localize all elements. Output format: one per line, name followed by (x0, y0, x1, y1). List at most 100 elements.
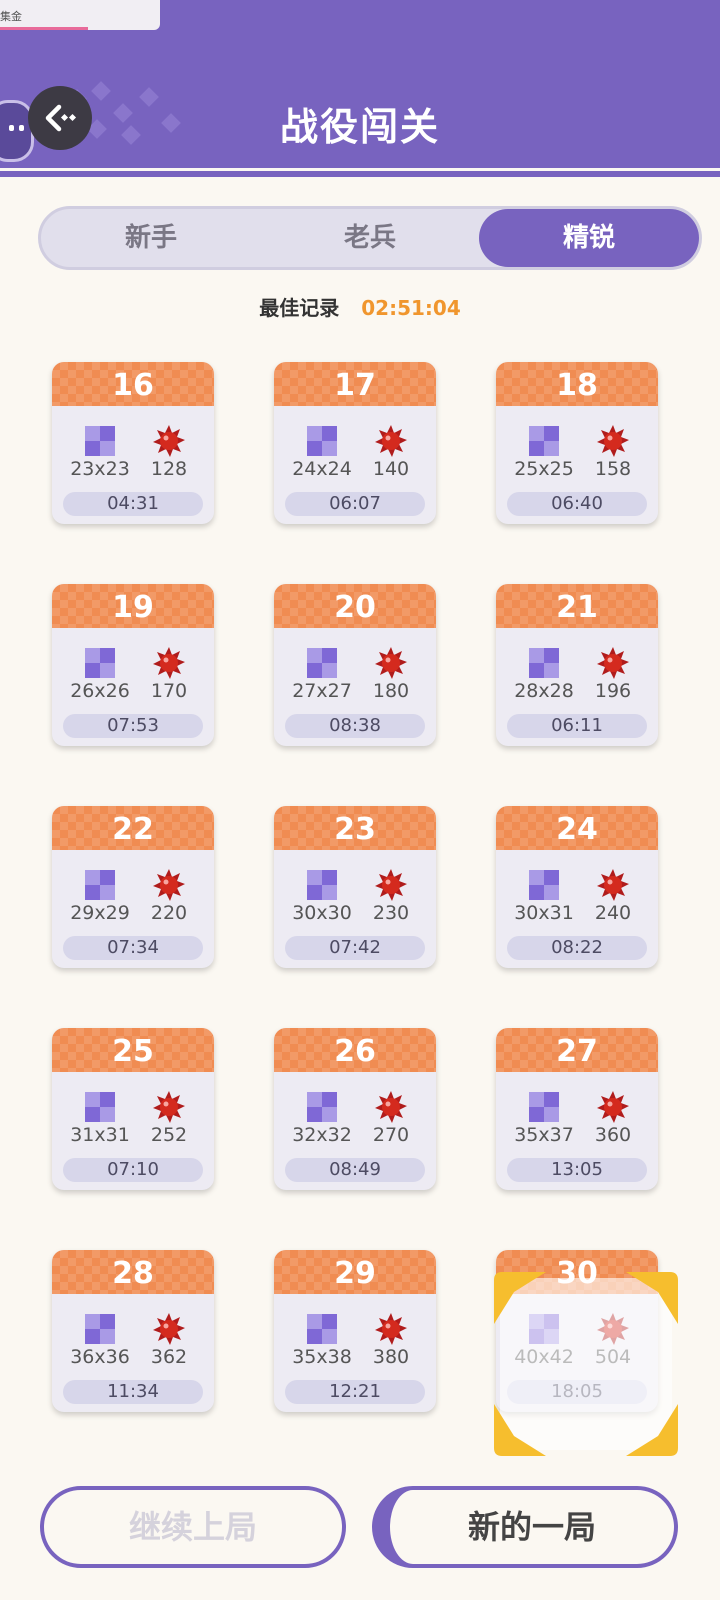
mine-icon (153, 647, 185, 679)
selection-corner-icon (494, 1272, 546, 1324)
best-time: 06:11 (507, 714, 647, 738)
mine-count: 128 (150, 458, 188, 480)
best-time: 08:38 (285, 714, 425, 738)
best-time: 06:40 (507, 492, 647, 516)
best-time: 13:05 (507, 1158, 647, 1182)
level-number: 25 (52, 1028, 214, 1072)
best-time: 12:21 (285, 1380, 425, 1404)
grid-size: 30x30 (292, 902, 352, 924)
grid-size-icon (85, 1314, 115, 1344)
level-number: 22 (52, 806, 214, 850)
level-card[interactable]: 20 27x27 180 08:38 (274, 584, 436, 746)
grid-size-icon (85, 870, 115, 900)
grid-size: 35x37 (514, 1124, 574, 1146)
grid-size: 26x26 (70, 680, 130, 702)
mine-count: 170 (150, 680, 188, 702)
level-card[interactable]: 26 32x32 270 08:49 (274, 1028, 436, 1190)
level-card[interactable]: 24 30x31 240 08:22 (496, 806, 658, 968)
grid-size-icon (85, 648, 115, 678)
selection-corner-icon (626, 1404, 678, 1456)
level-number: 18 (496, 362, 658, 406)
mine-count: 362 (150, 1346, 188, 1368)
level-card[interactable]: 22 29x29 220 07:34 (52, 806, 214, 968)
mine-count: 380 (372, 1346, 410, 1368)
best-record-label: 最佳记录 (259, 296, 340, 320)
level-card[interactable]: 28 36x36 362 11:34 (52, 1250, 214, 1412)
mine-icon (375, 647, 407, 679)
level-card[interactable]: 16 23x23 128 04:31 (52, 362, 214, 524)
grid-size-icon (307, 1092, 337, 1122)
grid-size: 36x36 (70, 1346, 130, 1368)
level-number: 23 (274, 806, 436, 850)
level-number: 19 (52, 584, 214, 628)
best-record-value: 02:51:04 (361, 296, 461, 320)
mine-count: 196 (594, 680, 632, 702)
ad-progress (0, 27, 88, 30)
page-title: 战役闯关 (279, 105, 440, 149)
mine-icon (597, 425, 629, 457)
grid-size: 27x27 (292, 680, 352, 702)
grid-size-icon (529, 648, 559, 678)
best-time: 07:10 (63, 1158, 203, 1182)
grid-size: 24x24 (292, 458, 352, 480)
tab-elite[interactable]: 精锐 (479, 209, 699, 267)
best-time: 11:34 (63, 1380, 203, 1404)
mine-icon (597, 1091, 629, 1123)
level-card[interactable]: 25 31x31 252 07:10 (52, 1028, 214, 1190)
mine-icon (153, 1313, 185, 1345)
best-time: 07:53 (63, 714, 203, 738)
level-card[interactable]: 23 30x30 230 07:42 (274, 806, 436, 968)
mine-icon (375, 1313, 407, 1345)
mine-count: 270 (372, 1124, 410, 1146)
level-card[interactable]: 18 25x25 158 06:40 (496, 362, 658, 524)
mine-count: 230 (372, 902, 410, 924)
header-divider (0, 171, 720, 177)
mine-icon (375, 869, 407, 901)
mine-icon (597, 647, 629, 679)
mine-icon (153, 1091, 185, 1123)
level-card[interactable]: 27 35x37 360 13:05 (496, 1028, 658, 1190)
difficulty-tabs: 新手 老兵 精锐 (38, 206, 702, 270)
grid-size: 30x31 (514, 902, 574, 924)
level-number: 24 (496, 806, 658, 850)
level-card[interactable]: 17 24x24 140 06:07 (274, 362, 436, 524)
continue-button[interactable]: 继续上局 (40, 1486, 346, 1568)
grid-size: 29x29 (70, 902, 130, 924)
level-card[interactable]: 21 28x28 196 06:11 (496, 584, 658, 746)
mine-count: 158 (594, 458, 632, 480)
grid-size: 35x38 (292, 1346, 352, 1368)
mine-count: 240 (594, 902, 632, 924)
mine-count: 220 (150, 902, 188, 924)
level-number: 27 (496, 1028, 658, 1072)
mine-icon (597, 869, 629, 901)
grid-size-icon (85, 426, 115, 456)
tab-veteran[interactable]: 老兵 (261, 209, 479, 267)
ad-text: 集金 (0, 10, 22, 23)
ad-banner[interactable]: 集金 (0, 0, 160, 30)
new-game-button[interactable]: 新的一局 (372, 1486, 678, 1568)
grid-size-icon (307, 1314, 337, 1344)
level-number: 17 (274, 362, 436, 406)
selection-highlight (494, 1272, 678, 1456)
best-time: 08:49 (285, 1158, 425, 1182)
selection-corner-icon (626, 1272, 678, 1324)
mine-count: 252 (150, 1124, 188, 1146)
level-number: 20 (274, 584, 436, 628)
level-number: 16 (52, 362, 214, 406)
level-card[interactable]: 19 26x26 170 07:53 (52, 584, 214, 746)
grid-size: 28x28 (514, 680, 574, 702)
grid-size-icon (307, 870, 337, 900)
grid-size-icon (85, 1092, 115, 1122)
grid-size-icon (307, 426, 337, 456)
best-time: 06:07 (285, 492, 425, 516)
level-card[interactable]: 29 35x38 380 12:21 (274, 1250, 436, 1412)
grid-size-icon (529, 1092, 559, 1122)
mine-icon (375, 1091, 407, 1123)
grid-size: 32x32 (292, 1124, 352, 1146)
tab-novice[interactable]: 新手 (41, 209, 261, 267)
grid-size-icon (529, 426, 559, 456)
best-time: 07:34 (63, 936, 203, 960)
mine-count: 180 (372, 680, 410, 702)
mine-icon (375, 425, 407, 457)
grid-size-icon (529, 870, 559, 900)
